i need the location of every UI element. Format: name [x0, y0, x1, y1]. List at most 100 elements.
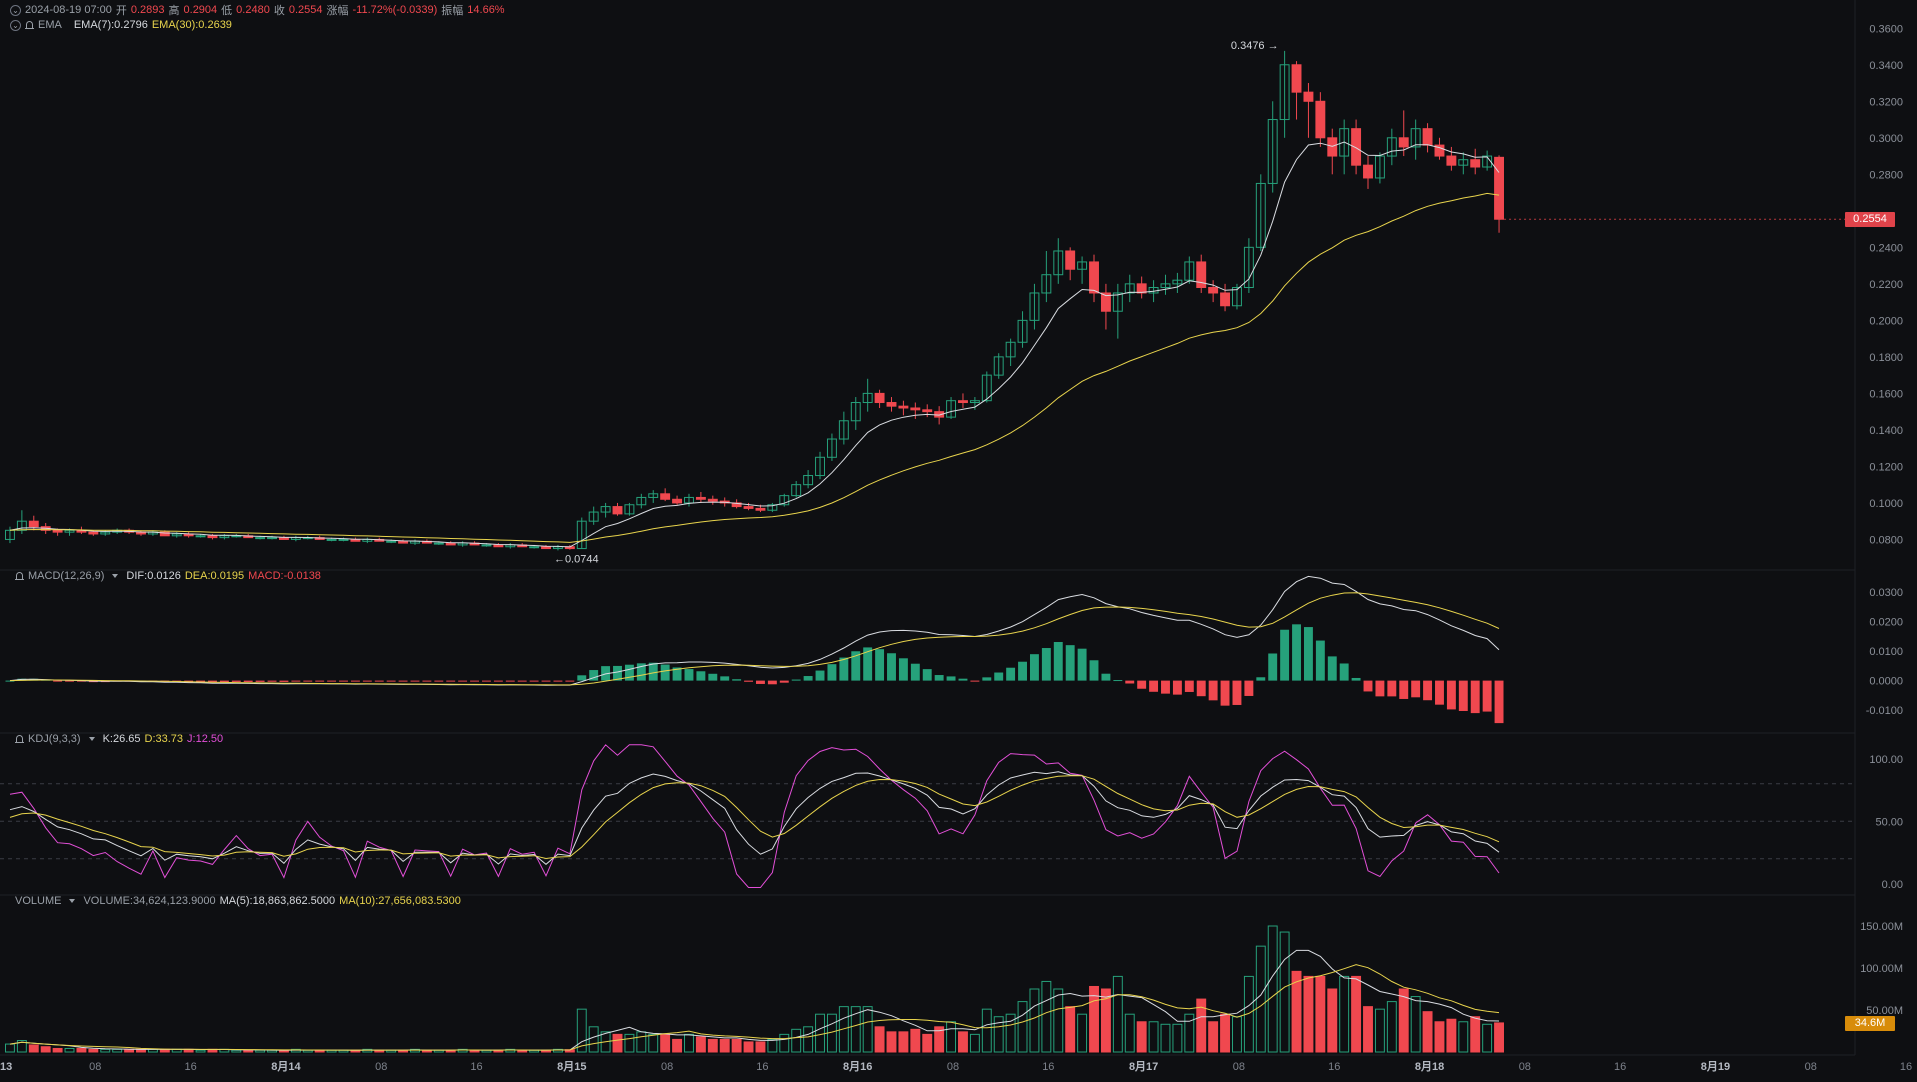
volume-bar — [719, 1038, 730, 1053]
volume-ma10: MA(10):27,656,083.5300 — [339, 895, 461, 907]
macd-bar — [1208, 680, 1218, 701]
macd-bar — [970, 680, 980, 682]
candle-body — [398, 540, 409, 544]
time-axis-label: 08 — [89, 1061, 101, 1073]
ohlc-header: ⌄ 2024-08-19 07:00 开 0.2893 高 0.2904 低 0.24… — [10, 2, 505, 18]
macd-bar — [1482, 680, 1492, 712]
macd-bar — [1327, 656, 1337, 681]
macd-bar — [744, 680, 753, 682]
volume-bar — [672, 1038, 683, 1053]
time-axis-label: 8月19 — [1701, 1060, 1730, 1073]
time-axis-label: 8月15 — [557, 1060, 586, 1073]
macd-bar — [1077, 648, 1087, 681]
candle-body — [1494, 156, 1504, 220]
macd-bar — [255, 680, 265, 682]
macd-bar — [648, 662, 658, 681]
volume-bar — [1065, 1006, 1076, 1053]
kdj-k: K:26.65 — [102, 733, 141, 745]
volume-bar — [695, 1036, 706, 1053]
volume-bar — [1494, 1022, 1504, 1053]
candle-body — [1363, 164, 1373, 179]
macd-bar — [696, 671, 706, 681]
macd-bar — [505, 680, 515, 682]
price-tick-label: 0.3200 — [1869, 96, 1903, 108]
trading-chart[interactable]: 0.3476 → ←0.0744 0.3600 0.3400 0.3200 0.3000… — [0, 0, 1917, 1077]
macd-bar — [470, 680, 480, 682]
chevron-down-icon[interactable]: ⌄ — [10, 19, 21, 31]
macd-bar — [910, 663, 920, 681]
macd-bar — [720, 676, 730, 681]
caret-down-icon[interactable] — [88, 737, 95, 741]
time-axis-label: 16 — [1614, 1061, 1626, 1073]
macd-bar — [1363, 680, 1373, 692]
caret-down-icon[interactable] — [69, 899, 76, 903]
volume-bar — [1398, 988, 1409, 1053]
ema-name[interactable]: EMA — [38, 19, 62, 31]
macd-bar — [684, 669, 694, 681]
macd-bar — [1411, 680, 1421, 698]
macd-bar — [1458, 680, 1468, 712]
current-volume-tag: 34.6M — [1845, 1015, 1895, 1031]
caret-down-icon[interactable] — [112, 574, 119, 578]
volume-bar — [52, 1047, 63, 1053]
kdj-tick-label: 100.00 — [1869, 754, 1903, 766]
macd-name[interactable]: MACD(12,26,9) — [28, 570, 104, 582]
bell-icon[interactable] — [25, 20, 34, 30]
candle-body — [1303, 91, 1314, 102]
macd-bar — [1029, 654, 1039, 681]
macd-bar — [791, 679, 801, 681]
macd-bar — [303, 680, 313, 682]
macd-bar — [1292, 624, 1301, 681]
macd-bar — [529, 680, 539, 682]
time-axis-label: 8月16 — [843, 1060, 872, 1073]
volume-bar — [755, 1041, 766, 1053]
time-axis-label: 8月18 — [1415, 1060, 1444, 1073]
candle-body — [255, 537, 266, 540]
candle-body — [207, 535, 218, 539]
chart-canvas[interactable]: 0.3476 → ←0.0744 0.3600 0.3400 0.3200 0.3000… — [0, 0, 1917, 1077]
macd-bar — [267, 680, 277, 682]
macd-bar — [279, 680, 289, 682]
candle-body — [338, 538, 349, 541]
time-axis-label: 08 — [947, 1061, 959, 1073]
macd-bar — [339, 680, 348, 682]
volume-bar — [28, 1044, 39, 1053]
candle-body — [28, 520, 39, 528]
volume-bar — [1315, 975, 1326, 1053]
high-value: 0.2904 — [183, 4, 218, 16]
kdj-tick-label: 0.00 — [1882, 879, 1903, 891]
macd-bar — [827, 664, 837, 681]
volume-name[interactable]: VOLUME — [15, 895, 61, 907]
price-tick-label: 0.1600 — [1869, 388, 1903, 400]
macd-tick-label: 0.0100 — [1869, 646, 1903, 658]
time-axis-label: 16 — [1328, 1061, 1340, 1073]
macd-bar — [517, 680, 527, 682]
kdj-name[interactable]: KDJ(9,3,3) — [28, 733, 81, 745]
price-tick-label: 0.1000 — [1869, 498, 1903, 510]
bell-icon[interactable] — [15, 734, 24, 744]
macd-bar — [1113, 680, 1123, 682]
time-axis-label: 16 — [184, 1061, 196, 1073]
candle-body — [529, 546, 540, 549]
chevron-down-icon[interactable]: ⌄ — [10, 4, 21, 16]
candle-body — [1398, 137, 1409, 148]
candle-body — [1315, 100, 1326, 139]
macd-bar — [1006, 667, 1016, 681]
bell-icon[interactable] — [15, 571, 24, 581]
candle-body — [1446, 155, 1457, 166]
macd-bar — [1399, 680, 1409, 699]
ema-legend: ⌄ EMA EMA(7):0.2796 EMA(30):0.2639 — [10, 19, 232, 31]
macd-bar — [1423, 680, 1433, 701]
macd-tick-label: -0.0100 — [1866, 705, 1903, 717]
macd-bar — [1101, 673, 1111, 681]
macd-bar — [1196, 680, 1206, 697]
candle-body — [326, 538, 337, 541]
macd-dea: DEA:0.0195 — [184, 570, 245, 582]
macd-bar — [446, 680, 456, 682]
candle-body — [52, 529, 63, 533]
time-axis-label: 16 — [1042, 1061, 1054, 1073]
price-tick-label: 0.1200 — [1869, 461, 1903, 473]
macd-bar — [934, 675, 944, 681]
macd-bar — [374, 680, 384, 682]
volume-bar — [886, 1031, 897, 1053]
